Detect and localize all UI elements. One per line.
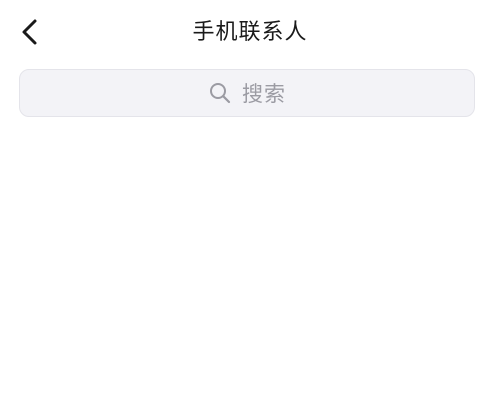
chevron-left-icon (20, 18, 40, 50)
search-input[interactable]: 搜索 (19, 69, 475, 117)
search-placeholder: 搜索 (242, 82, 286, 106)
back-button[interactable] (8, 12, 52, 56)
page-title: 手机联系人 (192, 20, 308, 45)
search-icon (208, 81, 232, 105)
contacts-screen: 手机联系人 搜索 (0, 0, 500, 409)
nav-bar: 手机联系人 (0, 0, 500, 66)
